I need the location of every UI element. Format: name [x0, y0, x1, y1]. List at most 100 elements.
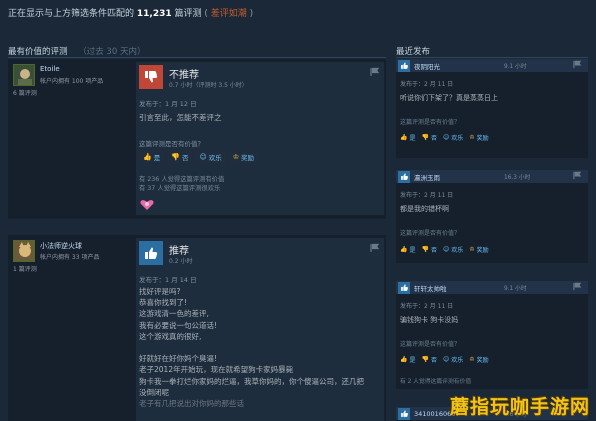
smile-icon: ☺: [443, 356, 450, 363]
thumbs-up-icon: [398, 170, 410, 183]
recent-review-header[interactable]: 夜阴阳光 9.1 小时: [396, 59, 588, 72]
author-name[interactable]: Etoile: [40, 65, 60, 73]
review-body-line: 好就好在好你妈个臭逼!: [139, 354, 218, 364]
thumbs-up-icon: [139, 241, 163, 265]
vote-no-button[interactable]: 👎 否: [422, 245, 438, 254]
review-body-line: 这个游戏真的很好,: [139, 331, 202, 341]
paren-close: ): [249, 9, 254, 19]
review-total-count: 11,231: [136, 9, 172, 19]
author-name[interactable]: 小法师逆火球: [40, 241, 82, 251]
smile-icon: ☺: [199, 153, 207, 161]
paren-open: (: [204, 9, 208, 19]
recent-hours: 9.1 小时: [504, 64, 527, 70]
review-hours: 0.2 小时: [169, 258, 193, 265]
vote-yes-button[interactable]: 👍 是: [400, 245, 416, 254]
recent-review-header[interactable]: 轩轩太帅啦 9.1 小时: [396, 281, 588, 294]
review-body-line: [139, 342, 364, 353]
recent-review-card: 夜阴阳光 9.1 小时 发布于：2 月 11 日 听说你们下架了？真是蒸蒸日上 …: [396, 59, 588, 158]
most-helpful-subtitle: （过去 30 天内）: [78, 47, 146, 57]
award-button[interactable]: ♔ 奖励: [228, 151, 259, 163]
summary-suffix: 篇评测: [174, 9, 202, 19]
review-posted-date: 发布于：1 月 14 日: [139, 276, 197, 284]
flag-icon[interactable]: [370, 243, 380, 256]
thumbs-down-icon: [139, 65, 163, 89]
award-badge-icon[interactable]: [140, 199, 154, 211]
recent-vote-row: 👍 是 👎 否 ☺ 欢乐 ♔ 奖励: [400, 355, 489, 364]
recent-review-text: 听说你们下架了？真是蒸蒸日上: [400, 94, 498, 102]
most-helpful-header: 最有价值的评测 （过去 30 天内）: [8, 45, 145, 57]
review-verdict[interactable]: 不推荐: [169, 66, 199, 81]
recent-author-name[interactable]: 夜阴阳光: [414, 61, 504, 71]
smile-icon: ☺: [443, 246, 450, 253]
recent-helpful-count: 有 2 人觉得这篇评测有价值: [400, 379, 472, 385]
recent-review-card: 轩轩太帅啦 9.1 小时 发布于：2 月 11 日 骗钱狗卡 狗卡没妈 这篇评测…: [396, 281, 588, 389]
recent-vote-row: 👍 是 👎 否 ☺ 欢乐 ♔ 奖励: [400, 245, 489, 254]
flag-icon[interactable]: [573, 171, 582, 183]
recent-helpful-question: 这篇评测是否有价值？: [400, 230, 461, 237]
avatar-icon[interactable]: [13, 64, 35, 86]
recent-title: 最近发布: [396, 47, 431, 57]
review-filter-summary: 正在显示与上方筛选条件匹配的 11,231 篇评测 ( 差评如潮 ): [8, 6, 253, 19]
review-card: 小法师逆火球 帐户内拥有 33 项产品 1 篇评测 推荐 0.2 小时 发布于：…: [8, 235, 386, 421]
thumbs-down-icon: 👎: [421, 134, 429, 141]
author-review-count[interactable]: 6 篇评测: [13, 88, 37, 97]
recent-header: 最近发布: [396, 45, 430, 57]
recent-posted-date: 发布于：2 月 11 日: [400, 192, 454, 199]
award-icon: ♔: [232, 153, 240, 161]
review-body: 找好评是吗? 恭喜你找到了! 这游戏清一色的差评, 我有必要说一句公道话! 这个…: [139, 286, 364, 409]
thumbs-up-icon: 👍: [400, 134, 408, 141]
recent-review-text: 都是我的错杯啊: [400, 205, 449, 213]
vote-button-row: 👍 是 👎 否 ☺ 欢乐 ♔ 奖励: [139, 151, 259, 163]
vote-funny-button[interactable]: ☺ 欢乐: [443, 133, 463, 142]
most-helpful-title: 最有价值的评测: [8, 47, 68, 57]
flag-icon[interactable]: [370, 67, 380, 80]
review-posted-date: 发布于：1 月 12 日: [139, 100, 197, 108]
author-products[interactable]: 帐户内拥有 33 项产品: [40, 252, 99, 261]
summary-prefix: 正在显示与上方筛选条件匹配的: [8, 9, 135, 19]
flag-icon[interactable]: [573, 60, 582, 71]
author-products[interactable]: 帐户内拥有 100 项产品: [40, 76, 103, 85]
thumbs-down-icon: 👎: [421, 246, 429, 253]
vote-funny-button[interactable]: ☺ 欢乐: [443, 355, 463, 364]
recent-author-name[interactable]: 瀛洲玉雨: [414, 172, 504, 182]
funny-count: 有 37 人觉得这篇评测很欢乐: [139, 185, 221, 192]
award-button[interactable]: ♔ 奖励: [469, 245, 488, 254]
review-body-line: 引言至此，怎能不差评之: [139, 113, 222, 122]
thumbs-up-icon: [398, 281, 410, 294]
flag-icon[interactable]: [573, 282, 582, 294]
vote-yes-button[interactable]: 👍 是: [400, 355, 416, 364]
recent-hours: 9.1 小时: [504, 286, 527, 292]
award-icon: ♔: [469, 356, 475, 363]
thumbs-up-icon: 👍: [400, 356, 408, 363]
thumbs-down-icon: 👎: [421, 356, 429, 363]
author-review-count[interactable]: 1 篇评测: [13, 264, 37, 273]
vote-no-button[interactable]: 👎 否: [422, 133, 438, 142]
review-content: 不推荐 0.7 小时（评测时 3.5 小时） 发布于：1 月 12 日 引言至此…: [136, 62, 384, 215]
vote-funny-button[interactable]: ☺ 欢乐: [195, 151, 226, 163]
smile-icon: ☺: [443, 134, 450, 141]
review-body-line: 没倒闭呢: [139, 387, 169, 397]
thumbs-up-icon: 👍: [400, 246, 408, 253]
recent-author-name[interactable]: 轩轩太帅啦: [414, 283, 504, 293]
recent-review-header[interactable]: 瀛洲玉雨 16.3 小时: [396, 170, 588, 183]
review-hours: 0.7 小时（评测时 3.5 小时）: [169, 82, 248, 89]
thumbs-up-icon: [398, 59, 410, 72]
review-content: 推荐 0.2 小时 发布于：1 月 14 日 找好评是吗? 恭喜你找到了! 这游…: [136, 238, 384, 421]
recent-helpful-question: 这篇评测是否有价值？: [400, 341, 461, 348]
site-watermark: 蘑指玩咖手游网: [449, 396, 590, 418]
avatar-icon[interactable]: [13, 240, 35, 262]
review-body-line: 老子2012年开始玩，现在就希望狗卡家妈暴毙: [139, 365, 294, 375]
vote-yes-button[interactable]: 👍 是: [400, 133, 416, 142]
review-verdict[interactable]: 推荐: [169, 242, 189, 257]
award-icon: ♔: [469, 134, 475, 141]
recent-vote-row: 👍 是 👎 否 ☺ 欢乐 ♔ 奖励: [400, 133, 489, 142]
vote-funny-button[interactable]: ☺ 欢乐: [443, 245, 463, 254]
review-body-line: 恭喜你找到了!: [139, 298, 188, 308]
vote-no-button[interactable]: 👎 否: [422, 355, 438, 364]
vote-no-button[interactable]: 👎 否: [167, 151, 193, 163]
vote-yes-button[interactable]: 👍 是: [139, 151, 165, 163]
overall-rating[interactable]: 差评如潮: [211, 9, 247, 19]
review-body-line: 狗卡我一拳打烂你家妈的烂逼，我草你妈的，你个傻逼公司，还几把: [139, 376, 364, 386]
award-button[interactable]: ♔ 奖励: [469, 133, 488, 142]
award-button[interactable]: ♔ 奖励: [469, 355, 488, 364]
